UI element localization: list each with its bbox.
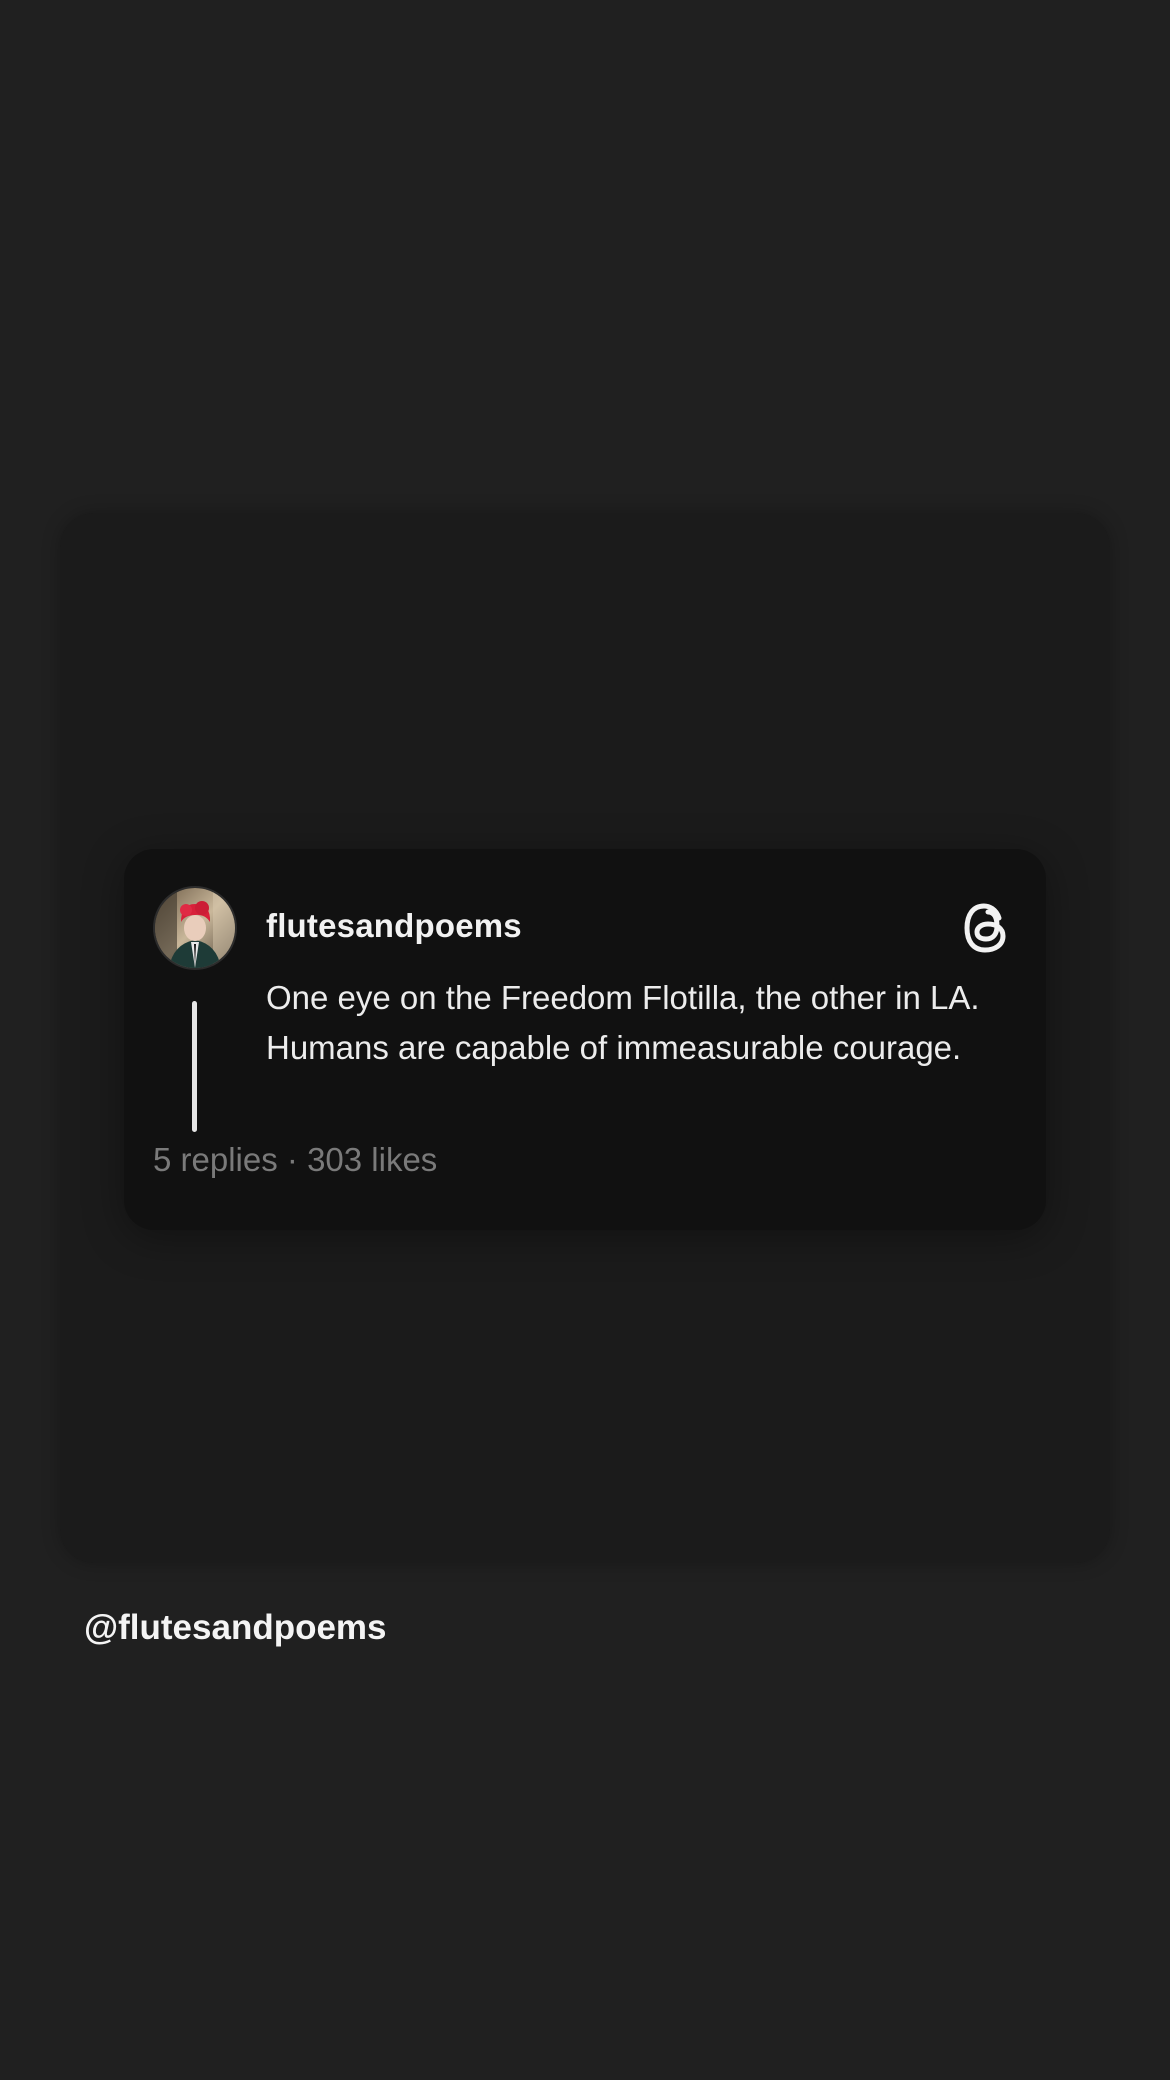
post-text: One eye on the Freedom Flotilla, the oth… bbox=[266, 979, 980, 1066]
footer-handle: @flutesandpoems bbox=[84, 1608, 387, 1647]
stats-separator: · bbox=[277, 1141, 308, 1178]
post-card[interactable]: flutesandpoems One eye on the Freedom Fl… bbox=[124, 849, 1046, 1230]
likes-count[interactable]: 303 likes bbox=[307, 1141, 437, 1178]
post-username[interactable]: flutesandpoems bbox=[266, 907, 522, 945]
threads-logo-icon bbox=[962, 901, 1012, 955]
avatar-image bbox=[155, 888, 235, 968]
replies-count[interactable]: 5 replies bbox=[153, 1141, 278, 1178]
post-stats: 5 replies · 303 likes bbox=[153, 1141, 437, 1179]
avatar[interactable] bbox=[153, 886, 237, 970]
screen: flutesandpoems One eye on the Freedom Fl… bbox=[0, 0, 1170, 2080]
thread-line bbox=[192, 1001, 197, 1132]
